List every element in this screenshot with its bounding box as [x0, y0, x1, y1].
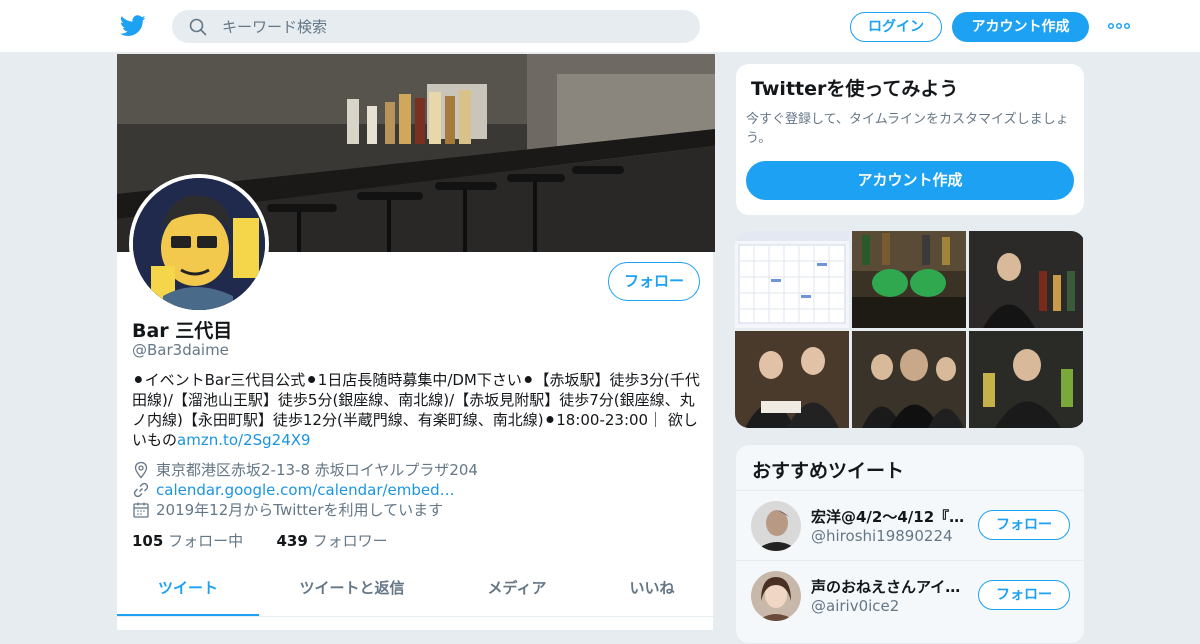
recommended-user-name[interactable]: 宏洋@4/2〜4/12『へ… — [811, 506, 971, 527]
cartoon-avatar-image — [133, 178, 265, 310]
recommended-user-handle[interactable]: @hiroshi19890224 — [811, 527, 953, 545]
recommended-user-row[interactable]: 宏洋@4/2〜4/12『へ… @hiroshi19890224 フォロー — [736, 490, 1084, 560]
location-text: 東京都港区赤坂2-13-8 赤坂ロイヤルプラザ204 — [156, 461, 478, 479]
location-pin-icon — [134, 461, 148, 479]
tab-likes[interactable]: いいね — [607, 561, 697, 616]
twitter-logo-icon[interactable] — [120, 14, 146, 38]
media-thumb-friends[interactable] — [735, 331, 849, 428]
group-photo-image — [852, 331, 966, 428]
login-button[interactable]: ログイン — [850, 12, 942, 42]
profile-tabs: ツイート ツイートと返信 メディア いいね — [117, 561, 715, 617]
drink-photo-image — [969, 331, 1083, 428]
joined-text: 2019年12月からTwitterを利用しています — [156, 501, 444, 519]
followers-count: 439 — [276, 532, 308, 550]
profile-column: フォロー Bar 三代目 @Bar3daime ⚫イベントBar三代目公式⚫1日… — [116, 54, 715, 630]
search-box[interactable] — [172, 10, 700, 43]
media-grid — [735, 231, 1085, 428]
crocodile-toys-image — [852, 231, 966, 328]
bio-link[interactable]: amzn.to/2Sg24X9 — [177, 431, 311, 449]
media-thumb-calendar[interactable] — [735, 231, 849, 328]
recommended-user-name[interactable]: 声のおねえさんアイ… — [811, 576, 971, 597]
following-count: 105 — [132, 532, 164, 550]
following-stat[interactable]: 105 フォロー中 — [132, 532, 243, 550]
recommended-user-handle[interactable]: @airiv0ice2 — [811, 597, 899, 615]
media-thumb-toys[interactable] — [852, 231, 966, 328]
recommended-tweets-card: おすすめツイート 宏洋@4/2〜4/12『へ… @hiroshi19890224… — [735, 444, 1085, 644]
try-title: Twitterを使ってみよう — [751, 78, 959, 100]
more-options-icon[interactable] — [1106, 16, 1132, 36]
tab-media[interactable]: メディア — [467, 561, 567, 616]
try-signup-button[interactable]: アカウント作成 — [746, 161, 1074, 200]
tab-tweets-replies[interactable]: ツイートと返信 — [277, 561, 427, 616]
user-avatar-image — [751, 571, 801, 621]
try-twitter-card: Twitterを使ってみよう 今すぐ登録して、タイムラインをカスタマイズしましょ… — [735, 63, 1085, 216]
bartender-photo-image — [969, 231, 1083, 328]
search-input[interactable] — [222, 10, 682, 43]
link-icon — [133, 482, 149, 498]
media-thumb-bartender[interactable] — [969, 231, 1083, 328]
friends-photo-image — [735, 331, 849, 428]
recommended-follow-button[interactable]: フォロー — [978, 510, 1070, 540]
avatar[interactable] — [751, 571, 801, 621]
recommended-follow-button[interactable]: フォロー — [978, 580, 1070, 610]
calendar-screenshot-image — [735, 231, 849, 328]
top-bar: ログイン アカウント作成 — [0, 0, 1200, 53]
profile-avatar[interactable] — [129, 174, 269, 314]
avatar[interactable] — [751, 501, 801, 551]
signup-button[interactable]: アカウント作成 — [952, 12, 1089, 42]
follow-counts: 105 フォロー中 439 フォロワー — [132, 530, 388, 551]
calendar-icon — [133, 502, 149, 518]
user-avatar-image — [751, 501, 801, 551]
profile-bio: ⚫イベントBar三代目公式⚫1日店長随時募集中/DM下さい⚫【赤坂駅】徒歩3分(… — [132, 370, 702, 450]
media-thumb-group[interactable] — [852, 331, 966, 428]
tab-tweets[interactable]: ツイート — [117, 561, 259, 616]
search-icon — [189, 18, 207, 36]
media-thumb-drink[interactable] — [969, 331, 1083, 428]
follow-button[interactable]: フォロー — [608, 262, 700, 301]
website-link[interactable]: calendar.google.com/calendar/embed… — [156, 480, 455, 500]
following-label: フォロー中 — [168, 532, 244, 550]
profile-handle[interactable]: @Bar3daime — [132, 341, 229, 359]
followers-label: フォロワー — [312, 532, 388, 550]
try-text: 今すぐ登録して、タイムラインをカスタマイズしましょう。 — [746, 112, 1069, 146]
recommended-title: おすすめツイート — [752, 460, 905, 482]
recommended-user-row[interactable]: 声のおねえさんアイ… @airiv0ice2 フォロー — [736, 560, 1084, 630]
profile-name: Bar 三代目 — [132, 320, 233, 342]
followers-stat[interactable]: 439 フォロワー — [277, 532, 388, 550]
